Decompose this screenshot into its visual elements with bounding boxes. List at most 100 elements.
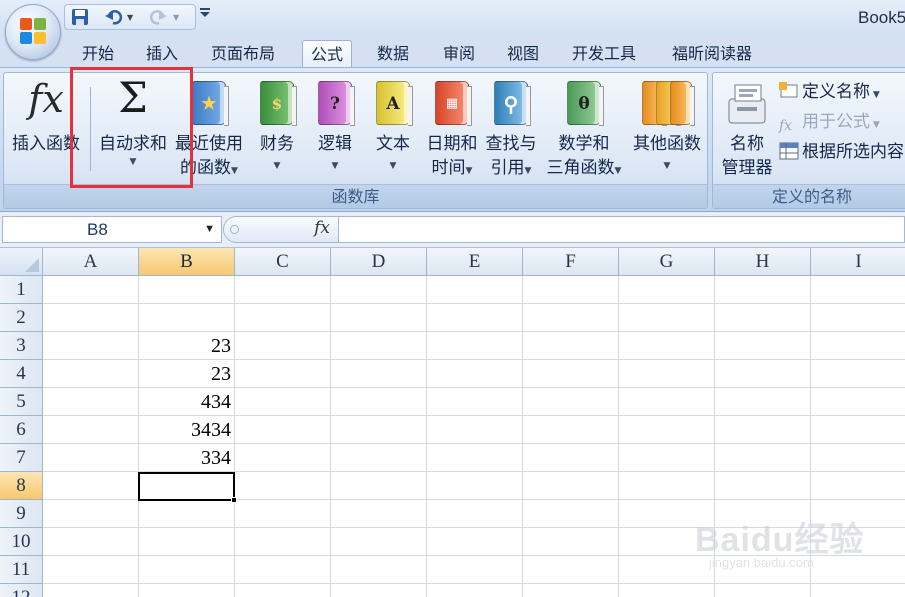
create-from-selection-button[interactable]: 根据所选内容 xyxy=(779,139,904,165)
cell-b5[interactable]: 434 xyxy=(139,388,231,416)
name-box-dropdown-icon[interactable]: ▼ xyxy=(204,217,215,242)
name-box-value: B8 xyxy=(87,220,108,239)
row-header-5[interactable]: 5 xyxy=(0,388,43,416)
date-time-label-2: 时间▼ xyxy=(431,158,473,178)
insert-function-fx-button[interactable]: fx xyxy=(314,218,330,238)
column-header-a[interactable]: A xyxy=(43,248,139,276)
name-manager-icon xyxy=(725,81,769,127)
financial-button[interactable]: $ 财务 ▼ xyxy=(248,73,306,185)
customize-qat-icon[interactable] xyxy=(200,6,210,21)
more-functions-button[interactable]: 其他函数 ▼ xyxy=(628,73,706,185)
fx-icon: fx xyxy=(28,77,64,121)
autosum-button[interactable]: Σ 自动求和 ▼ xyxy=(94,73,172,185)
date-time-label: 日期和 xyxy=(426,134,478,154)
date-time-button[interactable]: ▦ 日期和 时间▼ xyxy=(422,73,482,185)
gridline-vertical xyxy=(618,276,619,597)
text-dropdown-icon: ▼ xyxy=(389,161,397,171)
more-books-icon xyxy=(642,81,695,127)
undo-dropdown-icon[interactable]: ▼ xyxy=(127,8,137,28)
insert-function-button[interactable]: fx 插入函数 xyxy=(6,73,86,185)
defined-names-group: 名称 管理器 定义名称 ▼ fx 用于公式 ▼ 根据所选内容 定义的名称 xyxy=(712,72,905,209)
recently-used-button[interactable]: ★ 最近使用 的函数▼ xyxy=(172,73,246,185)
logical-button[interactable]: ? 逻辑 ▼ xyxy=(306,73,364,185)
tab-review[interactable]: 审阅 xyxy=(435,40,483,68)
gridline-vertical xyxy=(234,276,235,597)
sigma-icon: Σ xyxy=(118,73,148,122)
column-header-e[interactable]: E xyxy=(427,248,523,276)
tab-data[interactable]: 数据 xyxy=(369,40,417,68)
save-icon[interactable] xyxy=(69,8,91,28)
row-header-1[interactable]: 1 xyxy=(0,276,43,304)
use-in-formula-button[interactable]: fx 用于公式 ▼ xyxy=(779,109,880,135)
gridline-horizontal xyxy=(43,303,905,304)
column-header-f[interactable]: F xyxy=(523,248,619,276)
math-trig-label: 数学和 xyxy=(558,134,610,154)
group-separator xyxy=(90,87,91,171)
column-header-i[interactable]: I xyxy=(811,248,905,276)
row-header-9[interactable]: 9 xyxy=(0,500,43,528)
row-header-6[interactable]: 6 xyxy=(0,416,43,444)
math-trig-label-2: 三角函数▼ xyxy=(546,158,622,178)
column-header-h[interactable]: H xyxy=(715,248,811,276)
gridline-vertical xyxy=(426,276,427,597)
lookup-reference-button[interactable]: ⚲ 查找与 引用▼ xyxy=(480,73,542,185)
redo-icon[interactable] xyxy=(147,8,169,28)
watermark-main-text: Baidu经验 xyxy=(695,521,865,559)
star-book-icon: ★ xyxy=(192,81,229,126)
row-header-10[interactable]: 10 xyxy=(0,528,43,556)
select-all-triangle-icon xyxy=(25,258,39,272)
insert-function-label: 插入函数 xyxy=(12,134,80,154)
column-header-g[interactable]: G xyxy=(619,248,715,276)
column-header-c[interactable]: C xyxy=(235,248,331,276)
create-from-selection-icon xyxy=(779,142,799,160)
active-cell-b8[interactable] xyxy=(138,472,235,501)
cell-b6[interactable]: 3434 xyxy=(139,416,231,444)
name-manager-label-2: 管理器 xyxy=(721,158,773,178)
column-header-d[interactable]: D xyxy=(331,248,427,276)
define-name-button[interactable]: 定义名称 ▼ xyxy=(779,79,880,105)
column-header-b[interactable]: B xyxy=(139,248,235,276)
tab-developer[interactable]: 开发工具 xyxy=(564,40,644,68)
cell-b3[interactable]: 23 xyxy=(139,332,231,360)
office-logo-icon xyxy=(20,18,48,46)
office-button[interactable] xyxy=(5,4,61,60)
tab-view[interactable]: 视图 xyxy=(499,40,547,68)
name-box[interactable]: B8 ▼ xyxy=(2,216,222,243)
ribbon: fx 插入函数 Σ 自动求和 ▼ ★ 最近使用 的函数▼ $ 财务 ▼ ? 逻辑… xyxy=(0,67,905,212)
text-button[interactable]: A 文本 ▼ xyxy=(364,73,422,185)
baidu-jingyan-watermark: Baidu经验 jingyan.baidu.com xyxy=(695,512,864,570)
cell-b7[interactable]: 334 xyxy=(139,444,231,472)
tab-insert[interactable]: 插入 xyxy=(138,40,186,68)
undo-icon[interactable] xyxy=(103,8,125,28)
define-name-icon xyxy=(779,82,799,100)
tab-foxit-reader[interactable]: 福昕阅读器 xyxy=(664,40,760,68)
fill-handle[interactable] xyxy=(231,497,237,503)
window-title: Book5 xyxy=(858,8,905,27)
more-functions-dropdown-icon: ▼ xyxy=(663,161,671,171)
row-header-3[interactable]: 3 xyxy=(0,332,43,360)
tab-page-layout[interactable]: 页面布局 xyxy=(203,40,283,68)
quick-access-toolbar: ▼ ▼ xyxy=(64,4,196,30)
row-header-7[interactable]: 7 xyxy=(0,444,43,472)
formula-bar-controls: fx xyxy=(223,216,339,243)
formula-input[interactable] xyxy=(339,216,905,243)
tab-formulas[interactable]: 公式 xyxy=(302,40,353,68)
row-header-8[interactable]: 8 xyxy=(0,472,43,500)
select-all-button[interactable] xyxy=(0,248,43,276)
redo-dropdown-icon[interactable]: ▼ xyxy=(173,8,183,28)
row-header-11[interactable]: 11 xyxy=(0,556,43,584)
formula-bar-handle-icon[interactable] xyxy=(230,225,239,234)
title-bar: ▼ ▼ Book5 xyxy=(0,0,905,36)
defined-names-group-label: 定义的名称 xyxy=(713,184,905,208)
name-manager-label: 名称 xyxy=(730,134,764,154)
row-header-2[interactable]: 2 xyxy=(0,304,43,332)
question-book-icon: ? xyxy=(318,81,355,126)
math-trig-button[interactable]: θ 数学和 三角函数▼ xyxy=(540,73,628,185)
calendar-book-icon: ▦ xyxy=(435,81,472,126)
row-header-12[interactable]: 12 xyxy=(0,584,43,597)
tab-home[interactable]: 开始 xyxy=(74,40,122,68)
autosum-dropdown-icon[interactable]: ▼ xyxy=(94,157,172,167)
name-manager-button[interactable]: 名称 管理器 xyxy=(715,73,779,185)
cell-b4[interactable]: 23 xyxy=(139,360,231,388)
row-header-4[interactable]: 4 xyxy=(0,360,43,388)
